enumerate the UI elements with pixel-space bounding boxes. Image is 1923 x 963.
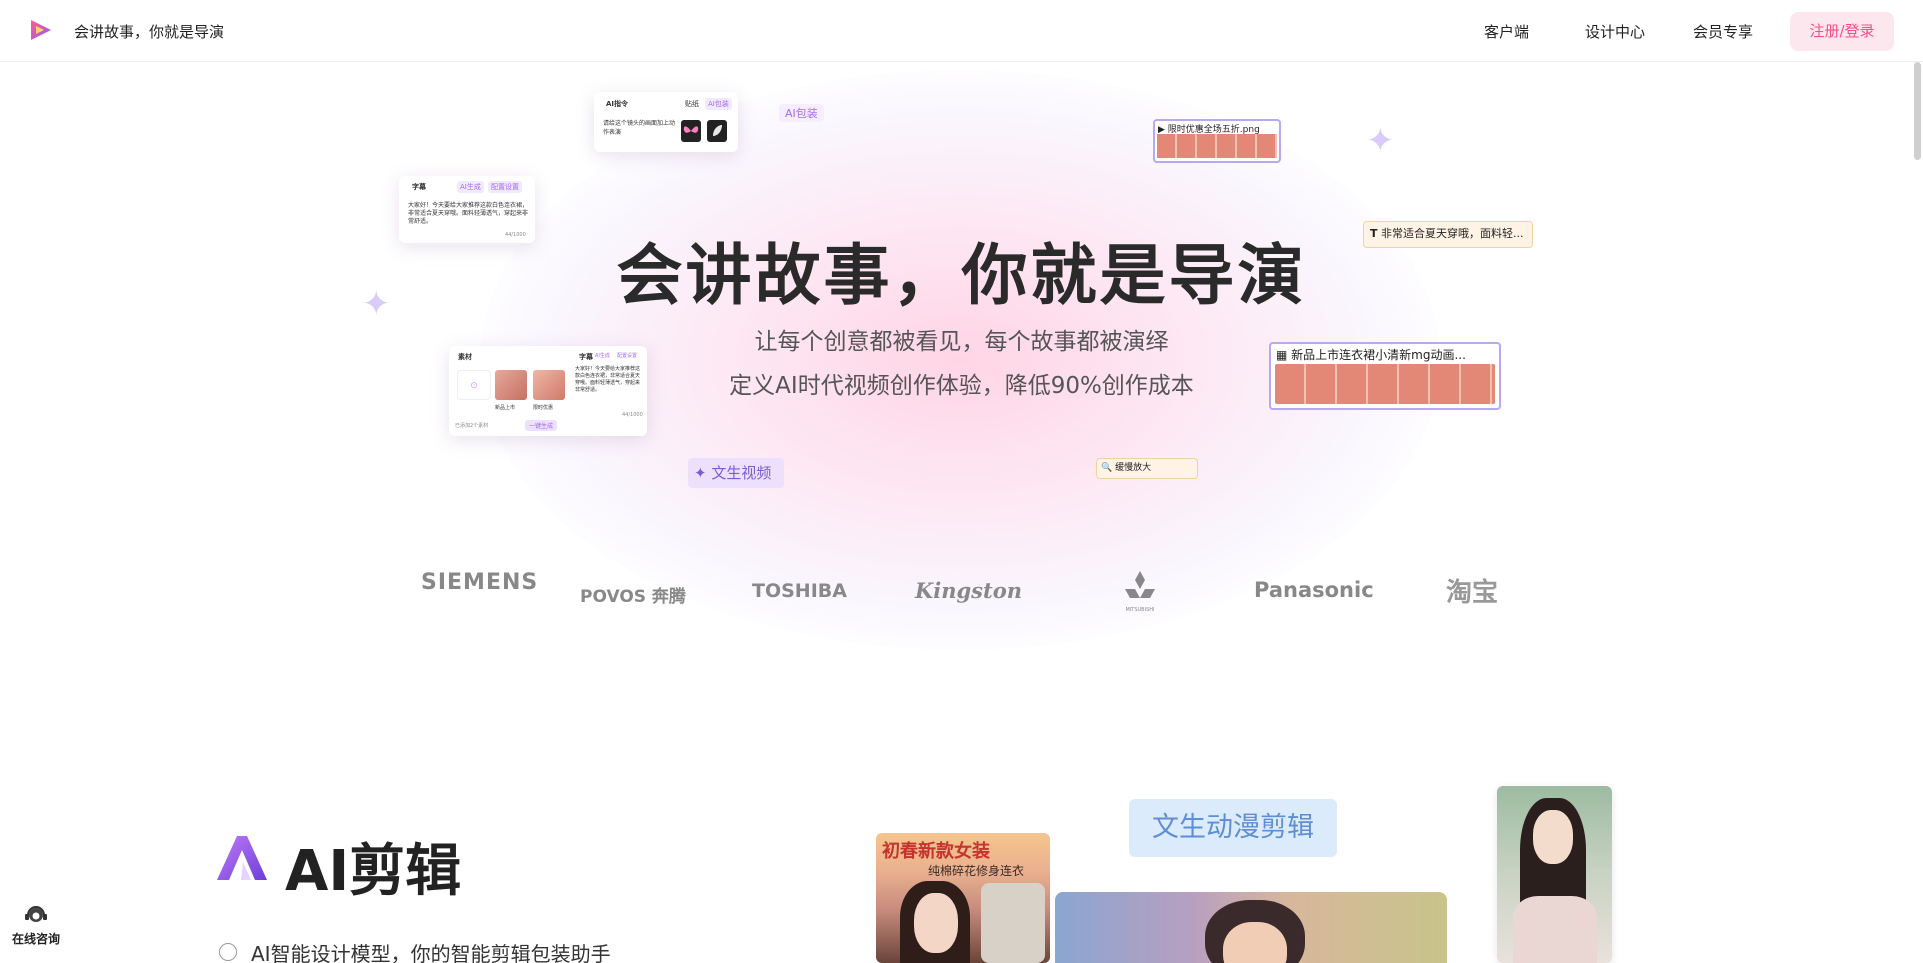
card-tab[interactable]: 配置设置	[617, 352, 637, 359]
text-icon: T	[1370, 227, 1378, 240]
card-subtitle-label: 字幕	[579, 353, 593, 361]
logo-icon[interactable]	[28, 18, 54, 42]
butterfly-sticker[interactable]	[681, 120, 701, 142]
text-to-video-tag[interactable]: ✦ 文生视频	[688, 458, 784, 488]
top-nav: 会讲故事，你就是导演 客户端 设计中心 会员专享 注册/登录	[0, 0, 1923, 62]
customer-service-icon	[25, 906, 47, 922]
login-button[interactable]: 注册/登录	[1790, 12, 1894, 51]
text-to-video-label: 文生视频	[711, 464, 772, 482]
card-tab[interactable]: 贴纸	[685, 99, 699, 109]
card-text: 请给这个镜头的画面加上动作表演	[603, 120, 676, 136]
brand-logo-povos: POVOS 奔腾	[580, 587, 686, 607]
brand-logo-toshiba: TOSHIBA	[752, 580, 847, 602]
hero-subtitle-2: 定义AI时代视频创作体验，降低90%创作成本	[729, 373, 1194, 399]
brand-logo-taobao: 淘宝	[1446, 578, 1499, 608]
nav-link-design-center[interactable]: 设计中心	[1585, 21, 1645, 42]
material-card: 素材 字幕 AI生成 配置设置 ⊙ 新品上市 限时优惠 大家好！今天要给大家推荐…	[449, 346, 647, 436]
subtitle-card: 字幕 AI生成 配置设置 大家好！今天要给大家推荐这款白色连衣裙，非常适合夏天穿…	[399, 176, 535, 243]
portrait-face	[1533, 810, 1573, 864]
filmstrip-frames	[1157, 134, 1277, 158]
feature-text[interactable]: AI智能设计模型，你的智能剪辑包装助手	[251, 938, 611, 963]
leaf-sticker[interactable]	[707, 120, 727, 142]
card-title: 素材	[458, 353, 472, 361]
poster-subtitle: 纯棉碎花修身连衣	[928, 864, 1025, 878]
portrait-blouse	[1513, 896, 1597, 963]
ai-clip-logo-icon	[217, 836, 267, 880]
material-count: 已添加2个素材	[455, 423, 489, 429]
anime-edit-label[interactable]: 文生动漫剪辑	[1129, 799, 1337, 857]
ai-command-card: AI指令 贴纸 AI包装 请给这个镜头的画面加上动作表演	[594, 92, 738, 152]
spring-fashion-poster[interactable]: 初春新款女装 纯棉碎花修身连衣	[876, 833, 1050, 963]
upload-slot[interactable]: ⊙	[457, 370, 491, 400]
slow-zoom-tag[interactable]: 🔍 缓慢放大	[1096, 458, 1198, 479]
brand-logo-mitsubishi: MITSUBISHI	[1120, 569, 1160, 613]
poster-model-face	[914, 893, 958, 953]
card-tab[interactable]: 配置设置	[488, 181, 522, 193]
poster-title: 初春新款女装	[882, 841, 990, 862]
zoom-icon: 🔍	[1101, 463, 1113, 473]
brand-logo-kingston: Kingston	[915, 578, 1022, 603]
butterfly-icon	[683, 126, 699, 133]
card-text: 大家好！今天要给大家推荐这款白色连衣裙，非常适合夏天穿哦。面料轻薄透气，穿起来非…	[408, 202, 529, 225]
online-consult-label: 在线咨询	[12, 932, 61, 946]
poster-floral-panel	[981, 883, 1045, 963]
section-title: AI剪辑	[285, 839, 462, 904]
leaf-icon	[713, 125, 722, 136]
brand-logo-panasonic: Panasonic	[1254, 578, 1374, 602]
generate-button[interactable]: 一键生成	[525, 420, 558, 431]
material-thumb[interactable]	[495, 370, 527, 400]
ai-pack-tag[interactable]: AI包装	[779, 104, 824, 122]
nav-link-client[interactable]: 客户端	[1484, 21, 1529, 42]
newdress-label: ▦ 新品上市连衣裙小清新mg动画...	[1276, 348, 1466, 362]
portrait-image[interactable]	[1497, 786, 1612, 963]
brand-logo-siemens: SIEMENS	[421, 570, 539, 595]
card-tab[interactable]: AI生成	[457, 181, 484, 193]
sparkle-icon: ✦	[1366, 121, 1395, 161]
brand-name[interactable]: 会讲故事，你就是导演	[74, 21, 224, 42]
card-text: 大家好！今天要给大家推荐这款白色连衣裙，非常适合夏天穿哦。面料轻薄透气，穿起来非…	[575, 366, 641, 393]
card-title: 字幕	[412, 183, 426, 191]
card-tab[interactable]: AI包装	[705, 98, 732, 110]
hero-title: 会讲故事，你就是导演	[616, 237, 1307, 314]
char-count: 44/1000	[505, 232, 526, 238]
material-thumb[interactable]	[533, 370, 565, 400]
promo-filmstrip-tag[interactable]: ▶ 限时优惠全场五折.png	[1153, 119, 1281, 163]
char-count: 44/1000	[622, 412, 643, 418]
thumb-label: 限时优惠	[533, 405, 554, 411]
subtitle-text-tag[interactable]: T 非常适合夏天穿哦，面料轻...	[1363, 221, 1533, 248]
hero-subtitle-1: 让每个创意都被看见，每个故事都被演绎	[754, 329, 1169, 355]
online-consult-button[interactable]: 在线咨询	[12, 905, 60, 947]
sparkle-icon: ✦	[694, 464, 707, 482]
feature-radio[interactable]	[219, 943, 237, 961]
anime-character-face	[1223, 922, 1287, 963]
filmstrip-frames	[1275, 364, 1495, 404]
grid-icon: ▦	[1276, 348, 1288, 362]
newdress-filmstrip-tag[interactable]: ▦ 新品上市连衣裙小清新mg动画...	[1269, 342, 1501, 410]
anime-clip-image[interactable]	[1055, 892, 1447, 963]
card-title: AI指令	[606, 100, 629, 108]
mitsubishi-logo-icon	[1125, 571, 1155, 598]
card-tab[interactable]: AI生成	[595, 352, 610, 359]
thumb-label: 新品上市	[495, 405, 516, 411]
scrollbar[interactable]	[1914, 62, 1921, 160]
nav-link-membership[interactable]: 会员专享	[1693, 21, 1753, 42]
